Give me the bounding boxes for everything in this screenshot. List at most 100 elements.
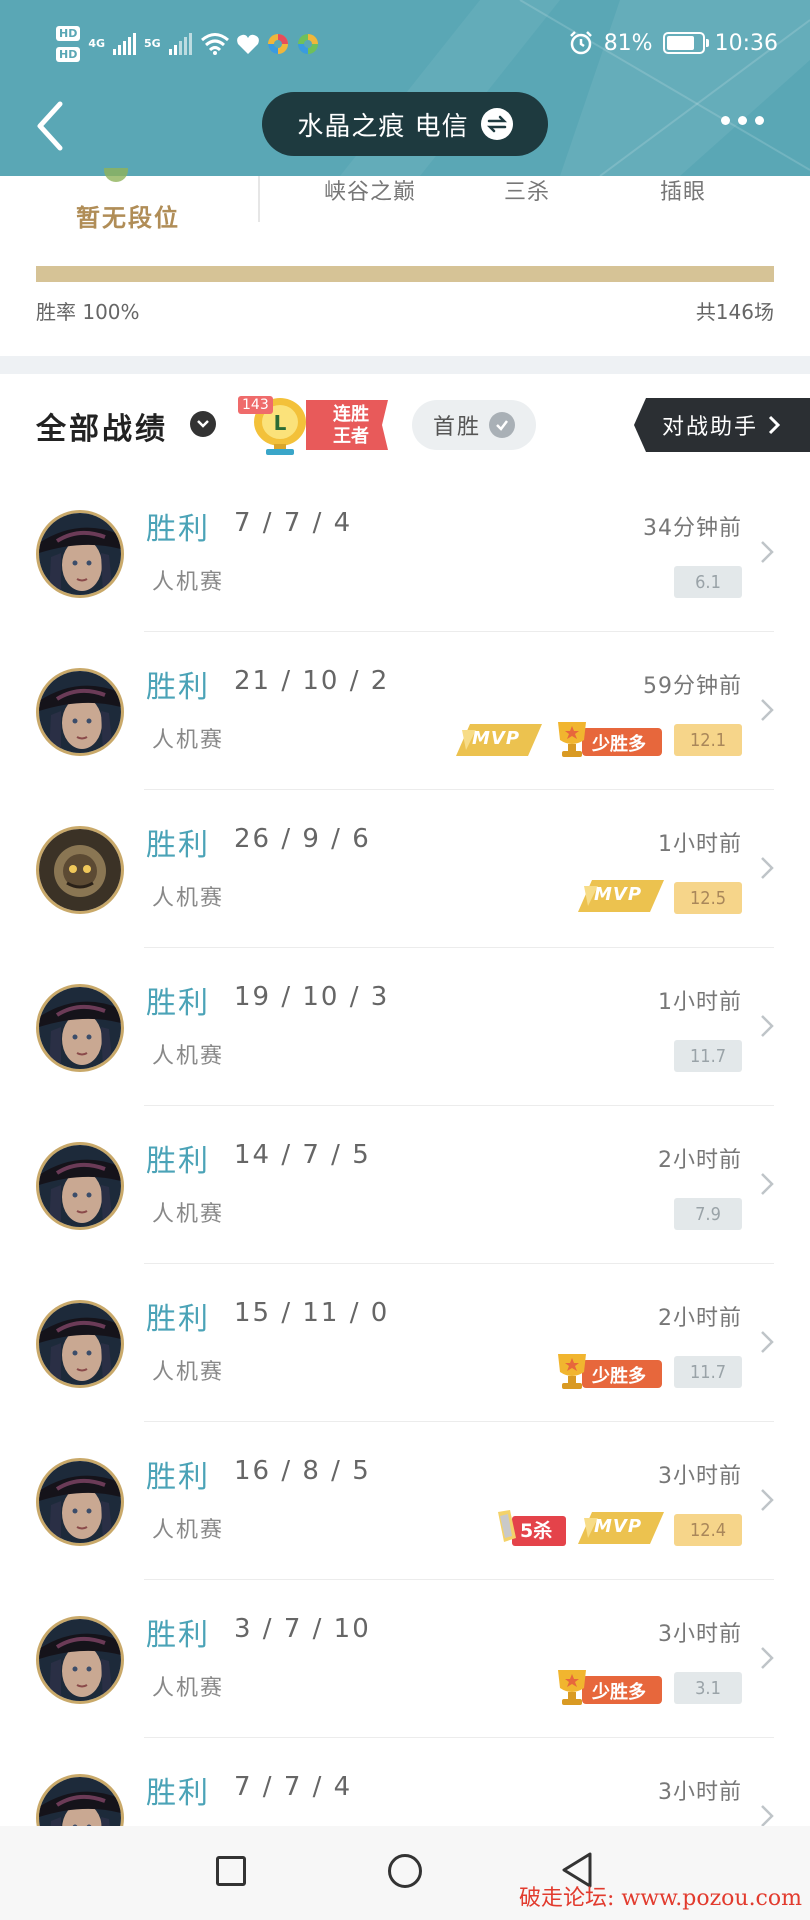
match-kda: 15 / 11 / 0 — [234, 1298, 390, 1328]
mvp-badge: MVP — [454, 720, 542, 760]
hero-avatar — [36, 668, 124, 756]
match-time: 3小时前 — [658, 1780, 742, 1805]
match-result: 胜利 — [146, 1460, 210, 1495]
match-row[interactable]: 胜利 21 / 10 / 2 59分钟前 人机赛 MVP 少胜多 12.1 — [0, 632, 810, 790]
streak-label: 连胜 王者 — [320, 404, 382, 448]
mvp-label: MVP — [594, 884, 643, 905]
app-notification-icon — [297, 34, 318, 54]
more-dots-icon[interactable] — [721, 116, 764, 125]
chevron-right-icon — [761, 1647, 774, 1669]
chevron-right-icon — [761, 1489, 774, 1511]
penta-kill-label: 5杀 — [520, 1520, 553, 1542]
match-filter-dropdown[interactable]: 全部战绩 — [36, 404, 168, 448]
win-rate-label: 胜率 100% — [36, 300, 140, 324]
match-row[interactable]: 胜利 26 / 9 / 6 1小时前 人机赛 MVP 12.5 — [0, 790, 810, 948]
match-row[interactable]: 胜利 3 / 7 / 10 3小时前 人机赛 少胜多 3.1 — [0, 1580, 810, 1738]
win-rate-bar — [36, 266, 774, 282]
battle-assistant-label: 对战助手 — [662, 415, 759, 440]
match-row[interactable]: 胜利 14 / 7 / 5 2小时前 人机赛 7.9 — [0, 1106, 810, 1264]
rank-label: 暂无段位 — [76, 204, 180, 232]
chevron-right-icon — [761, 699, 774, 721]
underdog-win-badge: 少胜多 — [552, 1666, 664, 1710]
chevron-down-icon[interactable] — [190, 411, 216, 437]
match-score: 12.5 — [674, 882, 742, 914]
match-result: 胜利 — [146, 986, 210, 1021]
match-result: 胜利 — [146, 1302, 210, 1337]
match-kda: 21 / 10 / 2 — [234, 666, 390, 696]
match-row[interactable]: 胜利 19 / 10 / 3 1小时前 人机赛 11.7 — [0, 948, 810, 1106]
stat-peak: 峡谷之巅 — [324, 180, 417, 205]
app-notification-icon — [267, 34, 288, 54]
match-score: 7.9 — [674, 1198, 742, 1230]
battery-icon — [662, 32, 709, 54]
home-button[interactable] — [388, 1854, 422, 1888]
signal-icon — [113, 33, 137, 55]
match-score: 12.4 — [674, 1514, 742, 1546]
battle-assistant-button[interactable]: 对战助手 — [634, 398, 810, 452]
match-kda: 19 / 10 / 3 — [234, 982, 390, 1012]
server-switcher[interactable]: 水晶之痕 电信 — [262, 92, 548, 156]
hero-avatar — [36, 826, 124, 914]
match-time: 1小时前 — [658, 832, 742, 857]
match-score: 6.1 — [674, 566, 742, 598]
chevron-right-icon — [761, 1173, 774, 1195]
swap-icon — [480, 108, 513, 140]
underdog-win-badge: 少胜多 — [552, 718, 664, 762]
first-win-label: 首胜 — [432, 415, 481, 440]
signal-icon — [168, 33, 192, 55]
battery-percent: 81% — [603, 30, 653, 56]
underdog-win-label: 少胜多 — [592, 734, 646, 755]
chevron-right-icon — [761, 1331, 774, 1353]
mvp-label: MVP — [594, 1516, 643, 1537]
streak-label-line: 连胜 — [333, 404, 369, 425]
stat-wards: 插眼 — [660, 180, 707, 205]
alarm-icon — [569, 31, 592, 55]
match-time: 1小时前 — [658, 990, 742, 1015]
penta-kill-badge: 5杀 — [492, 1508, 566, 1548]
mvp-badge: MVP — [576, 1508, 664, 1548]
total-games-label: 共146场 — [695, 300, 774, 324]
hero-avatar — [36, 1616, 124, 1704]
match-badges: MVP 少胜多 — [454, 718, 664, 762]
match-mode: 人机赛 — [152, 570, 225, 595]
recent-apps-button[interactable] — [216, 1856, 246, 1886]
wifi-icon — [200, 33, 229, 55]
page-title: 水晶之痕 电信 — [297, 111, 469, 142]
match-row[interactable]: 胜利 15 / 11 / 0 2小时前 人机赛 少胜多 11.7 — [0, 1264, 810, 1422]
system-nav-bar: 破走论坛: www.pozou.com — [0, 1826, 810, 1920]
match-list: 胜利 7 / 7 / 4 34分钟前 人机赛 6.1 胜利 21 / 10 / 2 59分钟前… — [0, 474, 810, 1896]
check-icon — [489, 412, 515, 438]
match-badges: 少胜多 — [552, 1350, 664, 1394]
match-badges: 5杀 MVP — [492, 1508, 664, 1548]
match-score: 3.1 — [674, 1672, 742, 1704]
match-mode: 人机赛 — [152, 1518, 225, 1543]
match-kda: 26 / 9 / 6 — [234, 824, 371, 854]
first-win-toggle[interactable]: 首胜 — [412, 400, 536, 450]
hd-indicator: HD — [56, 47, 81, 62]
heart-icon — [236, 34, 259, 54]
match-time: 3小时前 — [658, 1464, 742, 1489]
hero-avatar — [36, 1142, 124, 1230]
chevron-left-icon — [37, 101, 63, 151]
match-badges: 少胜多 — [552, 1666, 664, 1710]
match-kda: 7 / 7 / 4 — [234, 1772, 353, 1802]
hero-avatar — [36, 510, 124, 598]
match-score: 12.1 — [674, 724, 742, 756]
match-time: 3小时前 — [658, 1622, 742, 1647]
match-time: 2小时前 — [658, 1306, 742, 1331]
match-time: 59分钟前 — [643, 674, 742, 699]
match-result: 胜利 — [146, 1618, 210, 1653]
match-mode: 人机赛 — [152, 1202, 225, 1227]
match-result: 胜利 — [146, 1776, 210, 1811]
match-row[interactable]: 胜利 7 / 7 / 4 34分钟前 人机赛 6.1 — [0, 474, 810, 632]
win-rate-fill — [36, 266, 774, 282]
match-row[interactable]: 胜利 16 / 8 / 5 3小时前 人机赛 5杀 MVP 12.4 — [0, 1422, 810, 1580]
hero-avatar — [36, 1300, 124, 1388]
chevron-right-icon — [761, 541, 774, 563]
underdog-win-badge: 少胜多 — [552, 1350, 664, 1394]
match-mode: 人机赛 — [152, 1044, 225, 1069]
divider — [258, 176, 260, 222]
match-kda: 3 / 7 / 10 — [234, 1614, 371, 1644]
back-button[interactable] — [30, 96, 74, 156]
hero-avatar — [36, 1458, 124, 1546]
